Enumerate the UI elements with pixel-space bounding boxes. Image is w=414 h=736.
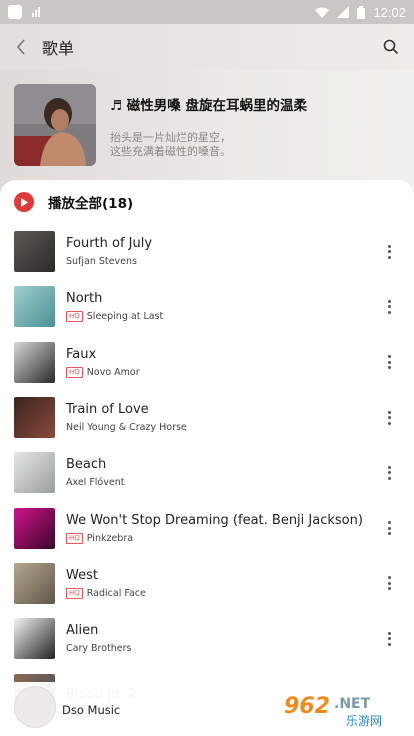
song-title: North (66, 291, 103, 307)
play-all-label: 播放全部(18) (48, 196, 134, 212)
svg-text:.NET: .NET (334, 696, 371, 712)
song-meta: West HQ Radical Face (66, 568, 364, 599)
playlist-description: 抬头是一片灿烂的星空， 这些充满着磁性的嗓音。 (110, 131, 231, 159)
song-meta: We Won't Stop Dreaming (feat. Benji Jack… (66, 513, 364, 544)
play-all-button[interactable]: 播放全部(18) (0, 180, 414, 224)
signal-bars-icon (32, 7, 40, 17)
playlist-desc-line: 抬头是一片灿烂的星空， (110, 131, 231, 144)
more-vert-icon (387, 410, 391, 425)
playlist-name: ♬ 磁性男嗓 盘旋在耳蜗里的温柔 (110, 98, 308, 114)
song-subtitle: HQ Pinkzebra (66, 532, 364, 544)
song-subtitle: HQ Novo Amor (66, 366, 364, 378)
search-icon (383, 39, 399, 55)
song-meta: Beach Axel Flóvent (66, 457, 364, 488)
song-artist: Sufjan Stevens (66, 256, 137, 268)
song-subtitle: HQ Radical Face (66, 587, 364, 599)
player-disc[interactable] (14, 686, 56, 728)
more-vert-icon (387, 576, 391, 591)
playlist-cover-image (14, 84, 96, 166)
status-bar: 12:02 (0, 0, 414, 24)
play-icon (14, 192, 34, 212)
song-cover (14, 452, 55, 494)
hq-badge: HQ (66, 366, 83, 378)
more-vert-icon (387, 521, 391, 536)
more-button[interactable] (364, 287, 414, 327)
song-subtitle: Cary Brothers (66, 643, 364, 654)
song-cover (14, 397, 55, 439)
song-subtitle: Neil Young & Crazy Horse (66, 422, 364, 433)
clock: 12:02 (373, 4, 406, 20)
song-row[interactable]: Beach Axel Flóvent (0, 445, 414, 500)
song-title: Alien (66, 623, 99, 639)
back-button[interactable] (0, 24, 42, 70)
playlist-desc-line: 这些充满着磁性的嗓音。 (110, 145, 231, 158)
playlist-hero: ♬ 磁性男嗓 盘旋在耳蜗里的温柔 抬头是一片灿烂的星空， 这些充满着磁性的嗓音。 (0, 70, 414, 190)
song-title: We Won't Stop Dreaming (feat. Benji Jack… (66, 512, 363, 528)
song-row[interactable]: We Won't Stop Dreaming (feat. Benji Jack… (0, 500, 414, 555)
song-cover (14, 618, 55, 660)
song-title: Fourth of July (66, 236, 153, 252)
song-artist: Neil Young & Crazy Horse (66, 422, 187, 434)
more-vert-icon (387, 355, 391, 370)
song-title: Faux (66, 346, 97, 362)
song-title: West (66, 567, 98, 583)
song-meta: North HQ Sleeping at Last (66, 291, 364, 323)
song-cover (14, 562, 55, 604)
song-meta: Faux HQ Novo Amor (66, 347, 364, 378)
hq-badge: HQ (66, 311, 83, 323)
svg-text:962: 962 (284, 694, 330, 719)
app-header: 歌单 (0, 24, 414, 70)
more-button[interactable] (364, 232, 414, 272)
cellular-icon (337, 6, 350, 18)
song-cover (14, 341, 55, 383)
search-button[interactable] (368, 24, 414, 70)
more-vert-icon (387, 631, 391, 646)
watermark-logo: 962 .NET 乐游网 (276, 688, 406, 730)
song-artist: Sleeping at Last (86, 311, 164, 323)
wifi-icon (315, 7, 330, 18)
hq-badge: HQ (66, 587, 83, 599)
song-artist: Cary Brothers (66, 643, 132, 655)
more-vert-icon (387, 299, 391, 314)
song-row[interactable]: North HQ Sleeping at Last (0, 279, 414, 334)
svg-text:乐游网: 乐游网 (346, 714, 382, 728)
song-title: Train of Love (66, 402, 149, 418)
more-button[interactable] (364, 508, 414, 548)
notification-icon (8, 5, 22, 19)
song-list: 播放全部(18) Fourth of July Sufjan Stevens Nor… (0, 180, 414, 736)
song-subtitle: Sufjan Stevens (66, 256, 364, 267)
song-meta: Fourth of July Sufjan Stevens (66, 236, 364, 267)
song-title: Beach (66, 457, 107, 473)
playlist-cover[interactable] (14, 84, 96, 166)
player-title: Dso Music (62, 703, 121, 717)
song-artist: Axel Flóvent (66, 477, 125, 489)
hq-badge: HQ (66, 532, 83, 544)
song-cover (14, 507, 55, 549)
song-row[interactable]: Faux HQ Novo Amor (0, 335, 414, 390)
song-subtitle: Axel Flóvent (66, 477, 364, 488)
song-cover (14, 286, 55, 328)
song-meta: Alien Cary Brothers (66, 623, 364, 654)
chevron-left-icon (16, 39, 25, 55)
battery-icon (357, 5, 366, 19)
song-row[interactable]: West HQ Radical Face (0, 556, 414, 611)
page-title: 歌单 (42, 39, 75, 58)
song-artist: Radical Face (86, 587, 146, 599)
song-row[interactable]: Alien Cary Brothers (0, 611, 414, 666)
song-cover (14, 231, 55, 273)
more-button[interactable] (364, 453, 414, 493)
song-meta: Train of Love Neil Young & Crazy Horse (66, 402, 364, 433)
song-artist: Pinkzebra (86, 532, 134, 544)
song-artist: Novo Amor (86, 366, 140, 378)
song-row[interactable]: Train of Love Neil Young & Crazy Horse (0, 390, 414, 445)
more-button[interactable] (364, 342, 414, 382)
more-vert-icon (387, 465, 391, 480)
song-subtitle: HQ Sleeping at Last (66, 311, 364, 323)
song-row[interactable]: Fourth of July Sufjan Stevens (0, 224, 414, 279)
more-button[interactable] (364, 398, 414, 438)
more-button[interactable] (364, 563, 414, 603)
more-button[interactable] (364, 619, 414, 659)
more-vert-icon (387, 244, 391, 259)
